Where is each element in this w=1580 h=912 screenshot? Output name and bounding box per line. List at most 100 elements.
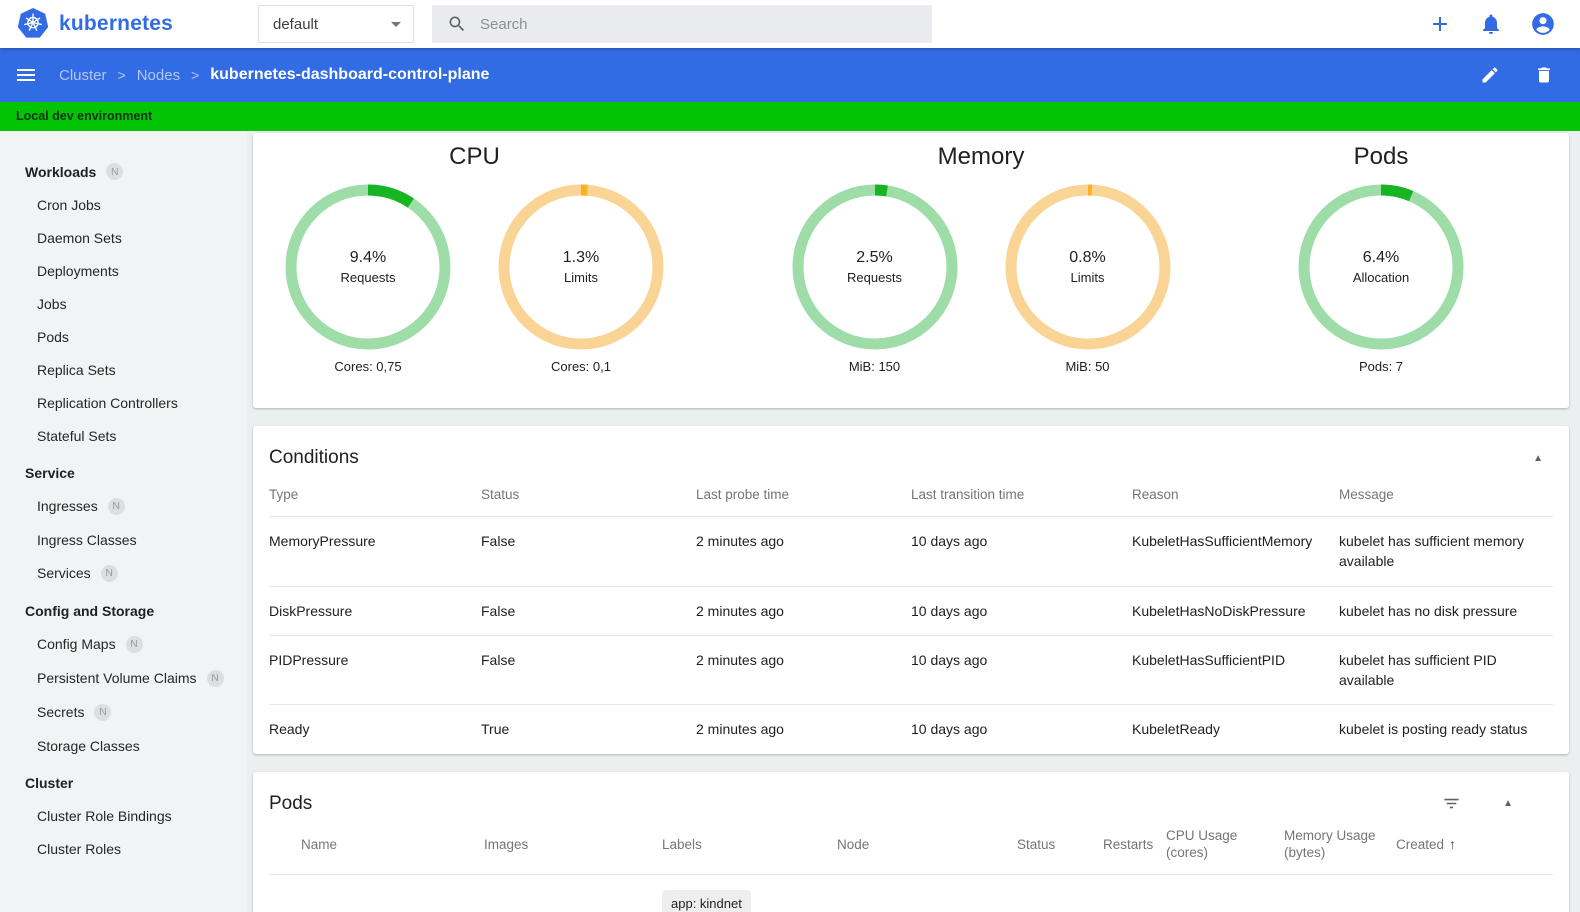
edit-icon[interactable] — [1480, 65, 1500, 85]
section-label: Service — [25, 465, 75, 481]
memory-chart-group: Memory 2.5% Requests MiB: 150 0.8% Limit… — [792, 143, 1171, 374]
sidebar-item-daemon-sets[interactable]: Daemon Sets — [0, 221, 247, 254]
pods-allocation-donut: 6.4% Allocation Pods: 7 — [1298, 184, 1464, 374]
donut-percent: 9.4% — [349, 249, 387, 266]
column-header-labels: Labels — [662, 836, 702, 852]
sidebar-item-jobs[interactable]: Jobs — [0, 287, 247, 320]
kubernetes-logo[interactable]: kubernetes — [0, 7, 248, 41]
collapse-icon[interactable]: ▲ — [1529, 449, 1547, 468]
item-label: Ingresses — [37, 498, 98, 514]
sidebar-item-ingresses[interactable]: Ingresses N — [0, 489, 247, 523]
namespace-selector[interactable]: default — [258, 5, 414, 43]
table-row: MemoryPressure False 2 minutes ago 10 da… — [269, 516, 1553, 586]
column-header-reason: Reason — [1132, 487, 1179, 502]
sidebar-item-cluster-role-bindings[interactable]: Cluster Role Bindings — [0, 799, 247, 832]
caret-down-icon — [391, 21, 401, 27]
sidebar-item-config-maps[interactable]: Config Maps N — [0, 627, 247, 661]
item-label: Config Maps — [37, 636, 116, 652]
column-header-probe: Last probe time — [696, 487, 790, 502]
sidebar-item-pods[interactable]: Pods — [0, 320, 247, 353]
filter-icon[interactable] — [1442, 794, 1461, 813]
sidebar-section-workloads[interactable]: Workloads N — [0, 155, 247, 188]
sidebar-item-replication-controllers[interactable]: Replication Controllers — [0, 386, 247, 419]
add-icon[interactable] — [1428, 12, 1452, 36]
search-input[interactable] — [480, 15, 932, 33]
cell-transition: 10 days ago — [911, 651, 988, 668]
sidebar-item-deployments[interactable]: Deployments — [0, 254, 247, 287]
cpu-title: CPU — [449, 143, 500, 170]
sort-ascending-icon: ↑ — [1449, 836, 1457, 853]
cell-reason: KubeletHasSufficientMemory — [1132, 533, 1313, 549]
donut-footer: Pods: 7 — [1358, 359, 1404, 374]
cell-reason: KubeletReady — [1132, 721, 1220, 738]
conditions-title: Conditions — [269, 447, 359, 468]
new-badge: N — [107, 497, 125, 515]
sidebar-item-replica-sets[interactable]: Replica Sets — [0, 353, 247, 386]
table-row: DiskPressure False 2 minutes ago 10 days… — [269, 585, 1553, 635]
conditions-card: Conditions ▲ Type Status Last probe time… — [253, 426, 1569, 754]
cell-status: False — [481, 602, 516, 619]
sidebar-section-config-and-storage[interactable]: Config and Storage — [0, 595, 247, 627]
conditions-table-header: Type Status Last probe time Last transit… — [269, 473, 1553, 516]
cell-reason: KubeletHasSufficientPID — [1132, 651, 1286, 668]
donut-footer: Cores: 0,75 — [334, 359, 402, 374]
cell-probe: 2 minutes ago — [696, 651, 784, 668]
sidebar-item-storage-classes[interactable]: Storage Classes — [0, 729, 247, 762]
item-label: Replication Controllers — [37, 394, 178, 411]
new-badge: N — [206, 669, 224, 687]
notifications-icon[interactable] — [1479, 12, 1503, 36]
table-row: kindnet-fmj8d docker.io/kindest/kindnetd… — [269, 873, 1553, 912]
account-icon[interactable] — [1530, 11, 1556, 37]
sidebar: Workloads N Cron Jobs Daemon Sets Deploy… — [0, 131, 247, 912]
created-label: Created — [1396, 836, 1445, 852]
cell-probe: 2 minutes ago — [696, 721, 784, 738]
collapse-icon[interactable]: ▲ — [1499, 794, 1517, 813]
section-label: Config and Storage — [25, 603, 155, 619]
delete-icon[interactable] — [1534, 65, 1554, 85]
new-badge: N — [106, 163, 124, 180]
column-header-node: Node — [837, 836, 870, 852]
item-label: Cluster Roles — [37, 840, 122, 857]
breadcrumb-nodes[interactable]: Nodes — [137, 67, 180, 84]
cell-message: kubelet has sufficient PID available — [1339, 651, 1497, 689]
sidebar-item-cluster-roles[interactable]: Cluster Roles — [0, 832, 247, 865]
new-badge: N — [100, 564, 118, 582]
brand-title: kubernetes — [59, 12, 174, 35]
sidebar-section-cluster[interactable]: Cluster — [0, 767, 247, 799]
donut-label: Limits — [564, 270, 598, 285]
sidebar-item-stateful-sets[interactable]: Stateful Sets — [0, 419, 247, 452]
page-title: kubernetes-dashboard-control-plane — [210, 66, 490, 83]
cell-reason: KubeletHasNoDiskPressure — [1132, 602, 1306, 619]
sidebar-item-persistent-volume-claims[interactable]: Persistent Volume Claims N — [0, 661, 247, 695]
memory-limits-donut: 0.8% Limits MiB: 50 — [1005, 184, 1171, 374]
column-header-restarts: Restarts — [1103, 836, 1154, 852]
breadcrumb-separator: > — [191, 67, 200, 83]
sidebar-item-cron-jobs[interactable]: Cron Jobs — [0, 188, 247, 221]
column-header-type: Type — [269, 487, 299, 502]
table-row: PIDPressure False 2 minutes ago 10 days … — [269, 634, 1553, 705]
sidebar-item-services[interactable]: Services N — [0, 556, 247, 590]
new-badge: N — [94, 703, 112, 721]
pods-title: Pods — [1353, 143, 1409, 170]
search-bar — [432, 5, 932, 43]
new-badge: N — [125, 635, 143, 653]
sidebar-item-ingress-classes[interactable]: Ingress Classes — [0, 523, 247, 556]
donut-footer: MiB: 150 — [848, 359, 901, 374]
breadcrumb-bar: Cluster > Nodes > kubernetes-dashboard-c… — [0, 48, 1580, 102]
donut-label: Limits — [1070, 270, 1105, 285]
cell-transition: 10 days ago — [911, 602, 988, 619]
pods-chart-group: Pods 6.4% Allocation Pods: 7 — [1298, 143, 1464, 374]
item-label: Secrets — [37, 704, 85, 720]
cell-status: False — [481, 651, 516, 668]
item-label: Pods — [37, 328, 69, 345]
sidebar-item-secrets[interactable]: Secrets N — [0, 695, 247, 729]
donut-footer: MiB: 50 — [1065, 359, 1110, 374]
menu-icon[interactable] — [14, 63, 38, 87]
environment-banner: Local dev environment — [0, 102, 1580, 131]
cell-message: kubelet is posting ready status — [1339, 721, 1528, 738]
column-header-created[interactable]: Created ↑ — [1396, 819, 1513, 874]
item-label: Persistent Volume Claims — [37, 670, 197, 686]
main-content: CPU 9.4% Requests Cores: 0,75 1.3% Limit… — [247, 131, 1580, 912]
breadcrumb-cluster[interactable]: Cluster — [59, 67, 107, 84]
sidebar-section-service[interactable]: Service — [0, 457, 247, 489]
